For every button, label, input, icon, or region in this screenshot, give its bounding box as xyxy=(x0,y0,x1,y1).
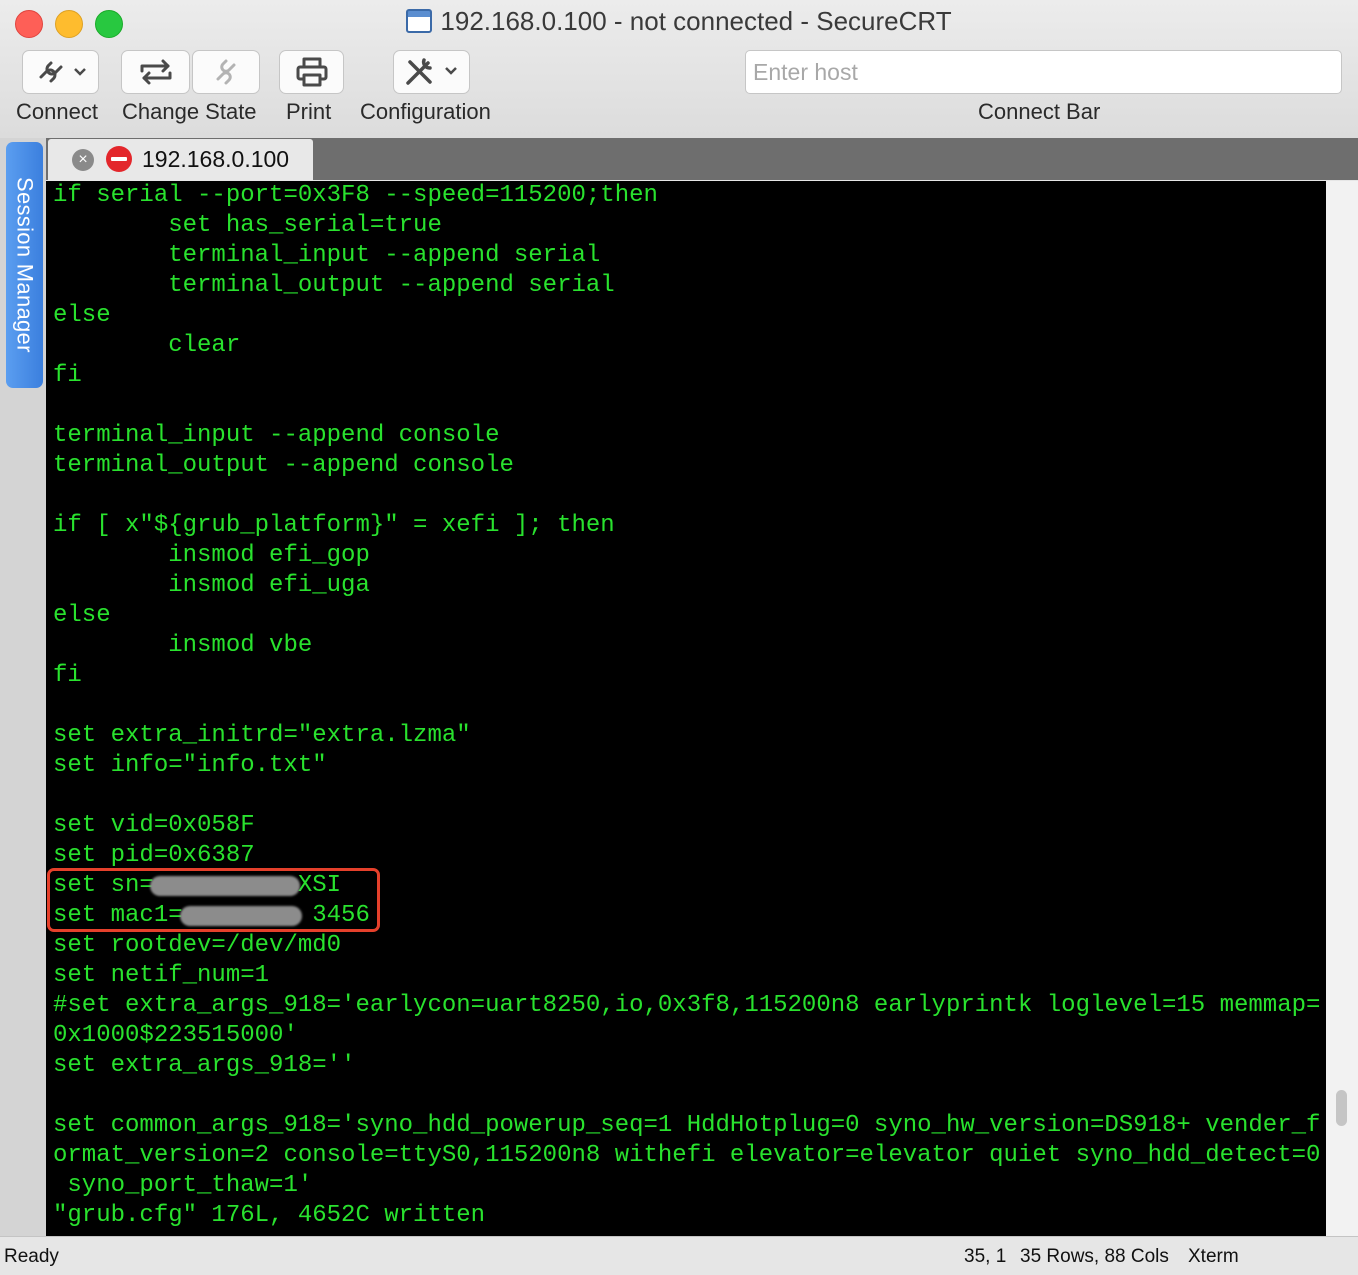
highlight-annotation-box xyxy=(47,868,380,932)
terminal-line: insmod efi_gop xyxy=(53,542,370,569)
print-label: Print xyxy=(286,99,332,124)
window-toolbar-area: 192.168.0.100 - not connected - SecureCR… xyxy=(0,0,1358,139)
configuration-button[interactable] xyxy=(393,50,470,94)
terminal-line: terminal_output --append console xyxy=(53,452,514,479)
terminal-line: #set extra_args_918='earlycon=uart8250,i… xyxy=(53,992,1321,1019)
terminal-line: set extra_args_918='' xyxy=(53,1052,356,1079)
configuration-label: Configuration xyxy=(360,99,491,124)
disconnect-button[interactable] xyxy=(192,50,260,94)
terminal-line: set info="info.txt" xyxy=(53,752,327,779)
reconnect-icon xyxy=(140,59,171,85)
terminal-line: if serial --port=0x3F8 --speed=115200;th… xyxy=(53,182,658,209)
connect-bar-label: Connect Bar xyxy=(978,99,1101,124)
session-manager-tab[interactable]: Session Manager xyxy=(6,142,43,388)
securecrt-app-icon xyxy=(406,9,433,33)
connect-label: Connect xyxy=(16,99,98,124)
terminal-line: "grub.cfg" 176L, 4652C written xyxy=(53,1202,486,1229)
chevron-down-icon xyxy=(73,68,86,76)
print-button[interactable] xyxy=(279,50,344,94)
terminal-line: syno_port_thaw=1' xyxy=(53,1172,313,1199)
session-tab[interactable]: × 192.168.0.100 xyxy=(48,139,313,181)
terminal-scrollbar[interactable] xyxy=(1326,181,1358,1236)
chevron-down-icon xyxy=(444,67,457,75)
terminal-line: terminal_input --append serial xyxy=(53,242,601,269)
window-title: 192.168.0.100 - not connected - SecureCR… xyxy=(440,6,952,36)
close-icon[interactable]: × xyxy=(72,149,94,171)
terminal-line: set pid=0x6387 xyxy=(53,842,255,869)
reconnect-button[interactable] xyxy=(121,50,190,94)
link-icon xyxy=(39,61,86,83)
terminal-line: terminal_output --append serial xyxy=(53,272,615,299)
terminal-line: set has_serial=true xyxy=(53,212,442,239)
status-cursor-position: 35, 1 xyxy=(964,1246,1007,1267)
terminal-text: if serial --port=0x3F8 --speed=115200;th… xyxy=(53,181,1320,1231)
disconnected-status-icon xyxy=(106,146,132,172)
terminal-line: else xyxy=(53,302,111,329)
terminal-line: set common_args_918='syno_hdd_powerup_se… xyxy=(53,1112,1321,1139)
status-bar: Ready 35, 1 35 Rows, 88 Cols Xterm xyxy=(0,1236,1358,1275)
terminal-line: set vid=0x058F xyxy=(53,812,255,839)
status-emulation: Xterm xyxy=(1188,1246,1239,1267)
terminal-line: clear xyxy=(53,332,241,359)
window-title-bar: 192.168.0.100 - not connected - SecureCR… xyxy=(0,6,1358,37)
host-input[interactable] xyxy=(745,50,1342,94)
change-state-label: Change State xyxy=(122,99,257,124)
connect-button[interactable] xyxy=(22,50,99,94)
terminal-line: else xyxy=(53,602,111,629)
terminal-line: insmod efi_uga xyxy=(53,572,370,599)
status-state: Ready xyxy=(4,1246,59,1267)
terminal-line: ormat_version=2 console=ttyS0,115200n8 w… xyxy=(53,1142,1321,1169)
terminal-line: set netif_num=1 xyxy=(53,962,270,989)
terminal-line: insmod vbe xyxy=(53,632,313,659)
terminal-line: fi xyxy=(53,362,82,389)
status-dimensions: 35 Rows, 88 Cols xyxy=(1020,1246,1169,1267)
terminal-line: set rootdev=/dev/md0 xyxy=(53,932,342,959)
tools-icon xyxy=(405,58,457,85)
session-tab-label: 192.168.0.100 xyxy=(142,146,290,172)
terminal-screen[interactable]: if serial --port=0x3F8 --speed=115200;th… xyxy=(46,181,1326,1236)
terminal-line: terminal_input --append console xyxy=(53,422,500,449)
unlink-icon xyxy=(216,59,236,85)
terminal-line: set extra_initrd="extra.lzma" xyxy=(53,722,471,749)
terminal-line: if [ x"${grub_platform}" = xefi ]; then xyxy=(53,512,615,539)
printer-icon xyxy=(296,57,327,87)
scrollbar-thumb[interactable] xyxy=(1336,1090,1347,1126)
terminal-line: fi xyxy=(53,662,82,689)
terminal-line: 0x1000$223515000' xyxy=(53,1022,298,1049)
